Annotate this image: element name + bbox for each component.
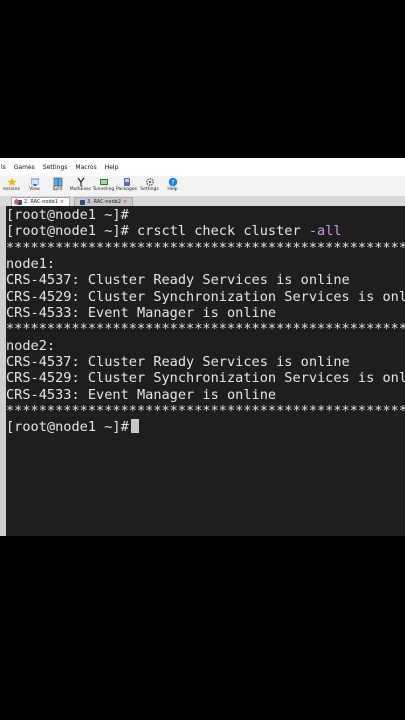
star-icon [6, 177, 17, 187]
mobaxterm-window: ls Games Settings Macros Help essions Vi… [0, 158, 405, 536]
node2-crs-status: CRS-4537: Cluster Ready Services is onli… [6, 354, 350, 371]
close-icon[interactable]: × [60, 199, 64, 205]
node2-css-status: CRS-4529: Cluster Synchronization Servic… [6, 370, 405, 387]
separator-line: ****************************************… [6, 403, 405, 420]
multiexec-button[interactable]: MultiExec [69, 177, 92, 193]
terminal-cursor [130, 419, 139, 434]
split-icon [53, 177, 62, 187]
tunneling-button[interactable]: Tunneling [92, 177, 115, 193]
svg-text:?: ? [171, 178, 174, 186]
menu-bar: ls Games Settings Macros Help [0, 158, 405, 176]
node1-css-status: CRS-4529: Cluster Synchronization Servic… [6, 288, 405, 305]
separator-line: ****************************************… [6, 239, 405, 256]
home-icon[interactable] [13, 198, 20, 205]
terminal-output[interactable]: [root@node1 ~]# [root@node1 ~]# crsctl c… [6, 206, 405, 536]
view-icon [30, 178, 39, 186]
menu-item-macros[interactable]: Macros [75, 164, 96, 171]
prompt-line: [root@node1 ~]# [6, 207, 129, 223]
menu-item-settings[interactable]: Settings [43, 164, 68, 171]
final-prompt-line: [root@node1 ~]# [6, 419, 405, 435]
terminal-icon [80, 199, 86, 205]
close-icon[interactable]: × [123, 199, 127, 205]
sessions-button[interactable]: essions [0, 177, 23, 193]
node1-crs-status: CRS-4537: Cluster Ready Services is onli… [6, 272, 350, 289]
separator-line: ****************************************… [6, 321, 405, 338]
toolbar: essions View Split MultiExec Tunneling P… [0, 176, 405, 196]
tab-bar: 2. RAC-node1 × 3. RAC-node2 × [0, 196, 405, 206]
settings-button[interactable]: Settings [138, 177, 161, 193]
view-button[interactable]: View [23, 177, 46, 193]
help-button[interactable]: ? Help [161, 177, 184, 193]
node2-evm-status: CRS-4533: Event Manager is online [6, 386, 277, 403]
node1-header: node1: [6, 256, 56, 273]
split-button[interactable]: Split [46, 177, 69, 193]
gear-icon [145, 177, 154, 187]
tab-rac-node2[interactable]: 3. RAC-node2 × [74, 197, 134, 206]
multiexec-icon [76, 177, 85, 186]
packages-button[interactable]: Packages [115, 177, 138, 193]
node1-evm-status: CRS-4533: Event Manager is online [6, 305, 277, 322]
tunneling-icon [99, 179, 108, 185]
menu-item-games[interactable]: Games [14, 164, 35, 171]
menu-item-tools[interactable]: ls [1, 164, 6, 171]
node2-header: node2: [6, 337, 56, 354]
packages-icon [123, 178, 130, 186]
help-icon: ? [168, 177, 177, 186]
menu-item-help[interactable]: Help [105, 164, 119, 171]
command-line: [root@node1 ~]# crsctl check cluster -al… [6, 223, 342, 240]
